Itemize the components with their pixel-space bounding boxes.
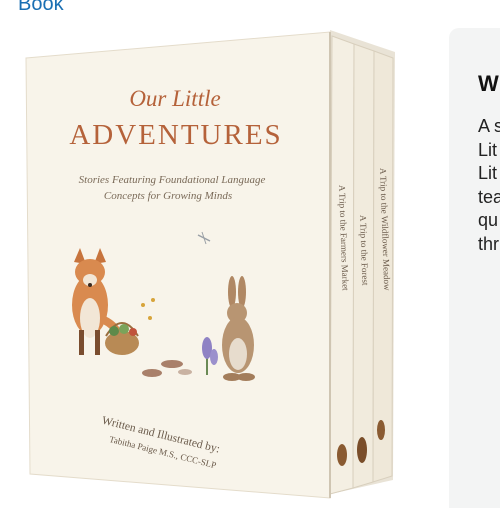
cover-title-line2: ADVENTURES bbox=[69, 119, 282, 151]
description-line: tea bbox=[478, 186, 500, 207]
product-image[interactable]: Our Little ADVENTURES Stories Featuring … bbox=[0, 0, 430, 500]
pinecone-icon-1 bbox=[337, 444, 347, 466]
pinecone-icon-3 bbox=[377, 420, 385, 440]
cover-subtitle-line1: Stories Featuring Foundational Language bbox=[79, 174, 266, 186]
description-line: A s bbox=[478, 116, 500, 136]
product-info-panel bbox=[449, 28, 500, 508]
panel-title: W bbox=[478, 71, 499, 96]
description-line: Lit bbox=[478, 163, 498, 183]
description-line: Lit bbox=[478, 139, 498, 160]
panel-description: A s Lit Lit tea qu thr bbox=[478, 115, 500, 256]
description-line: qu bbox=[478, 210, 499, 230]
cover-subtitle-line2: Concepts for Growing Minds bbox=[104, 190, 232, 202]
cover-title-line1: Our Little bbox=[129, 86, 220, 111]
pinecone-icon-2 bbox=[357, 437, 367, 463]
description-line: thr bbox=[478, 233, 500, 254]
book-box-set-illustration: Our Little ADVENTURES Stories Featuring … bbox=[25, 30, 395, 499]
